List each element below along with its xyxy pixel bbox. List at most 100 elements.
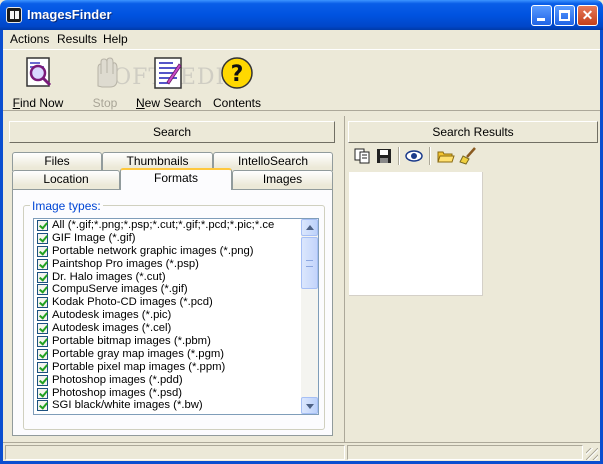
stop-label: Stop	[92, 96, 118, 110]
checkbox-checked-icon[interactable]	[37, 220, 48, 231]
image-types-rows: All (*.gif;*.png;*.psp;*.cut;*.gif;*.pcd…	[34, 219, 302, 412]
status-panel-left	[5, 445, 345, 460]
checkbox-checked-icon[interactable]	[37, 361, 48, 373]
find-now-button[interactable]: Find Now	[11, 56, 65, 110]
open-folder-icon[interactable]	[437, 147, 455, 165]
close-icon: ✕	[581, 7, 594, 23]
image-type-item[interactable]: Photoshop images (*.pdd)	[34, 374, 302, 387]
maximize-button[interactable]	[554, 5, 575, 26]
new-search-label: New Search	[136, 96, 202, 110]
image-type-item[interactable]: Portable pixel map images (*.ppm)	[34, 361, 302, 374]
search-header-button[interactable]: Search	[9, 121, 335, 143]
maximize-icon	[559, 10, 570, 21]
stop-icon	[97, 57, 118, 88]
image-type-label: Portable network graphic images (*.png)	[52, 244, 254, 257]
search-results-list[interactable]	[349, 172, 483, 296]
image-type-item[interactable]: Portable bitmap images (*.pbm)	[34, 335, 302, 348]
checkbox-checked-icon[interactable]	[37, 374, 48, 386]
svg-text:?: ?	[231, 62, 244, 87]
scroll-up-button[interactable]	[301, 219, 318, 236]
image-type-item[interactable]: SGI black/white images (*.bw)	[34, 399, 302, 412]
image-type-item[interactable]: CompuServe images (*.gif)	[34, 283, 302, 296]
new-search-icon	[154, 57, 182, 89]
resize-grip[interactable]	[586, 448, 598, 460]
image-type-label: Dr. Halo images (*.cut)	[52, 270, 166, 283]
list-scrollbar[interactable]	[301, 219, 318, 414]
image-type-item[interactable]: Autodesk images (*.pic)	[34, 309, 302, 322]
image-types-label: Image types:	[30, 199, 103, 213]
image-type-label: Portable pixel map images (*.ppm)	[52, 360, 226, 373]
image-type-item[interactable]: GIF Image (*.gif)	[34, 232, 302, 245]
image-type-item[interactable]: Portable gray map images (*.pgm)	[34, 348, 302, 361]
save-icon[interactable]	[375, 147, 393, 165]
image-type-label: SGI black/white images (*.bw)	[52, 399, 203, 412]
window-title: ImagesFinder	[27, 7, 112, 22]
image-type-label: Portable bitmap images (*.pbm)	[52, 335, 211, 348]
find-now-icon	[26, 57, 52, 87]
close-button[interactable]: ✕	[577, 5, 598, 26]
results-toolbar	[353, 145, 553, 167]
help-icon: ?	[221, 57, 253, 89]
tab-images[interactable]: Images	[232, 170, 333, 189]
arrow-down-icon	[306, 404, 314, 409]
title-bar[interactable]: ImagesFinder ✕	[0, 0, 603, 30]
image-type-label: GIF Image (*.gif)	[52, 231, 136, 244]
image-type-item[interactable]: Dr. Halo images (*.cut)	[34, 271, 302, 284]
checkbox-checked-icon[interactable]	[37, 310, 48, 322]
app-icon[interactable]	[6, 7, 22, 23]
status-bar	[3, 442, 600, 461]
search-results-header-button[interactable]: Search Results	[348, 121, 598, 143]
find-now-label: Find Now	[12, 96, 64, 110]
toolbar-separator	[398, 147, 400, 165]
menu-results[interactable]: Results	[57, 32, 97, 46]
menu-help[interactable]: Help	[103, 32, 128, 46]
image-types-list[interactable]: All (*.gif;*.png;*.psp;*.cut;*.gif;*.pcd…	[33, 218, 319, 415]
menu-bar: Actions Results Help	[0, 30, 603, 49]
checkbox-checked-icon[interactable]	[37, 258, 48, 270]
image-type-label: Autodesk images (*.pic)	[52, 309, 172, 322]
image-type-label: Photoshop images (*.pdd)	[52, 373, 183, 386]
view-icon[interactable]	[405, 147, 423, 165]
formats-panel: Image types: All (*.gif;*.png;*.psp;*.cu…	[12, 189, 333, 436]
contents-label: Contents	[212, 96, 262, 110]
image-type-item[interactable]: All (*.gif;*.png;*.psp;*.cut;*.gif;*.pcd…	[34, 219, 302, 232]
main-toolbar: SOFTPEDIA Find Now Stop New Search	[3, 49, 600, 111]
checkbox-checked-icon[interactable]	[37, 323, 48, 335]
checkbox-checked-icon[interactable]	[37, 284, 48, 296]
new-search-button[interactable]: New Search	[136, 56, 202, 110]
copy-icon[interactable]	[353, 147, 371, 165]
image-type-item[interactable]: Kodak Photo-CD images (*.pcd)	[34, 296, 302, 309]
checkbox-checked-icon[interactable]	[37, 245, 48, 257]
image-type-item[interactable]: Portable network graphic images (*.png)	[34, 245, 302, 258]
image-type-label: Autodesk images (*.cel)	[52, 322, 172, 335]
checkbox-checked-icon[interactable]	[37, 336, 48, 348]
image-type-item[interactable]: Autodesk images (*.cel)	[34, 322, 302, 335]
toolbar-separator	[429, 147, 431, 165]
checkbox-checked-icon[interactable]	[37, 297, 48, 309]
grip-icon	[306, 260, 313, 267]
menu-actions[interactable]: Actions	[10, 32, 49, 46]
tab-location[interactable]: Location	[12, 170, 120, 189]
image-type-label: Paintshop Pro images (*.psp)	[52, 257, 199, 270]
tab-files[interactable]: Files	[12, 152, 102, 171]
tab-formats[interactable]: Formats	[120, 168, 232, 190]
checkbox-checked-icon[interactable]	[37, 348, 48, 360]
checkbox-checked-icon[interactable]	[37, 271, 48, 283]
scroll-down-button[interactable]	[301, 397, 318, 414]
contents-button[interactable]: ? Contents	[207, 56, 267, 110]
image-type-label: CompuServe images (*.gif)	[52, 283, 188, 296]
image-types-group: Image types: All (*.gif;*.png;*.psp;*.cu…	[23, 199, 325, 430]
image-type-label: Photoshop images (*.psd)	[52, 386, 182, 399]
scroll-thumb[interactable]	[301, 237, 318, 289]
checkbox-checked-icon[interactable]	[37, 387, 48, 399]
stop-button[interactable]: Stop	[85, 56, 125, 110]
image-type-label: Kodak Photo-CD images (*.pcd)	[52, 296, 213, 309]
image-type-label: All (*.gif;*.png;*.psp;*.cut;*.gif;*.pcd…	[52, 219, 275, 231]
clear-icon[interactable]	[459, 147, 477, 165]
image-type-item[interactable]: Paintshop Pro images (*.psp)	[34, 258, 302, 271]
image-type-item[interactable]: Photoshop images (*.psd)	[34, 387, 302, 400]
checkbox-checked-icon[interactable]	[37, 400, 48, 412]
arrow-up-icon	[306, 225, 314, 230]
minimize-button[interactable]	[531, 5, 552, 26]
checkbox-checked-icon[interactable]	[37, 232, 48, 244]
